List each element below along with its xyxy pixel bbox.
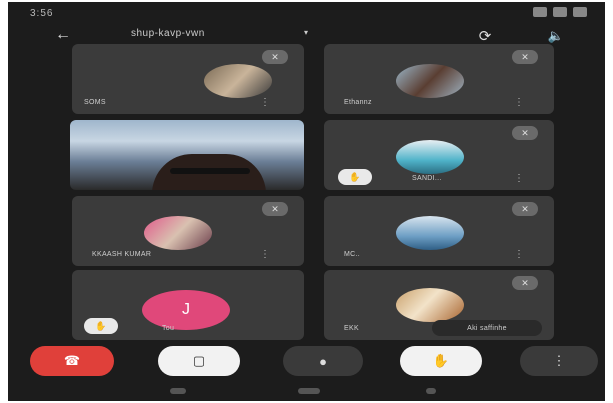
participant-tile[interactable]: ✕ EKK Aki saffinhe: [324, 270, 554, 340]
signal-icon: [533, 7, 547, 17]
call-controls: ☎ ▢ ● ✋ ⋮: [8, 346, 605, 380]
back-arrow-icon[interactable]: ←: [52, 24, 74, 46]
avatar: [396, 140, 464, 174]
participant-name: KKAASH KUMAR: [92, 251, 152, 258]
chevron-down-icon[interactable]: ▾: [304, 28, 308, 37]
participant-name: SANDI...: [412, 175, 442, 182]
home-nav-icon[interactable]: [298, 388, 320, 394]
end-call-button[interactable]: ☎: [30, 346, 114, 376]
more-options-icon[interactable]: ⋮: [260, 95, 270, 109]
video-glasses: [170, 168, 250, 174]
camera-off-button[interactable]: ▢: [158, 346, 240, 376]
phone-screen: 3:56 ← shup-kavp-vwn ▾ ⟳ 🔈 ✕ SOMS ⋮ ✕ Et…: [8, 2, 605, 401]
avatar: [396, 216, 464, 250]
presenter-status-pill: Aki saffinhe: [432, 320, 542, 336]
participant-video[interactable]: [70, 120, 304, 190]
meeting-title[interactable]: shup-kavp-vwn: [131, 28, 205, 39]
mic-off-icon: ✕: [512, 50, 538, 64]
back-nav-icon[interactable]: [426, 388, 436, 394]
system-nav-bar: [8, 382, 605, 401]
raise-hand-button[interactable]: ✋: [400, 346, 482, 376]
more-options-icon[interactable]: ⋮: [260, 247, 270, 261]
avatar: [144, 216, 212, 250]
participant-name: EKK: [344, 325, 359, 332]
avatar: [396, 288, 464, 322]
battery-icon: [573, 7, 587, 17]
participant-tile[interactable]: ✕ MC.. ⋮: [324, 196, 554, 266]
participant-tile[interactable]: ✕ KKAASH KUMAR ⋮: [72, 196, 304, 266]
wifi-icon: [553, 7, 567, 17]
mic-off-icon: ✕: [262, 202, 288, 216]
mic-off-icon: ✕: [512, 276, 538, 290]
mic-off-icon: ✕: [512, 202, 538, 216]
participant-name: SOMS: [84, 99, 106, 106]
participant-tile[interactable]: J ✋ Tou: [72, 270, 304, 340]
participant-tile[interactable]: ✕ Ethannz ⋮: [324, 44, 554, 114]
participant-name: Ethannz: [344, 99, 372, 106]
status-time: 3:56: [30, 8, 54, 19]
hand-raise-icon: ✋: [84, 318, 118, 334]
hand-raise-icon: ✋: [338, 169, 372, 185]
avatar: [396, 64, 464, 98]
participant-tile[interactable]: ✕ SOMS ⋮: [72, 44, 304, 114]
more-options-icon[interactable]: ⋮: [514, 95, 524, 109]
more-options-icon[interactable]: ⋮: [514, 171, 524, 185]
mic-button[interactable]: ●: [283, 346, 363, 376]
more-options-button[interactable]: ⋮: [520, 346, 598, 376]
avatar-initial: J: [142, 290, 230, 330]
recents-nav-icon[interactable]: [170, 388, 186, 394]
more-options-icon[interactable]: ⋮: [514, 247, 524, 261]
mic-off-icon: ✕: [512, 126, 538, 140]
status-bar: 3:56: [8, 2, 605, 24]
status-icons: [533, 7, 587, 17]
participant-name: Tou: [162, 325, 175, 332]
participant-tile[interactable]: ✕ ✋ SANDI... ⋮: [324, 120, 554, 190]
participant-name: MC..: [344, 251, 360, 258]
mic-off-icon: ✕: [262, 50, 288, 64]
avatar: [204, 64, 272, 98]
